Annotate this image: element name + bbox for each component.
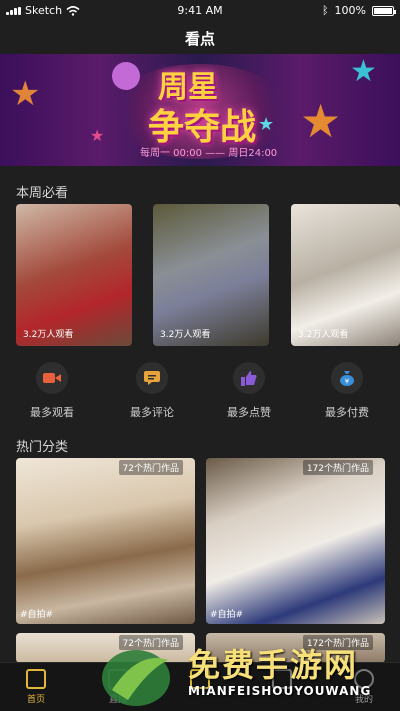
category-most-commented[interactable]: 最多评论 bbox=[117, 362, 187, 420]
hot-count-badge: 172个热门作品 bbox=[302, 460, 373, 475]
planet-decoration bbox=[112, 62, 140, 90]
battery-icon bbox=[372, 5, 396, 16]
watermark-logo-icon bbox=[102, 650, 170, 706]
star-icon: ★ bbox=[10, 74, 41, 114]
hot-card[interactable]: 172个热门作品 #自拍# bbox=[206, 458, 385, 624]
svg-text:¥: ¥ bbox=[345, 378, 350, 386]
category-label: 最多点赞 bbox=[227, 406, 271, 419]
weekly-card[interactable]: 3.2万人观看 bbox=[16, 204, 132, 346]
weekly-card[interactable]: 3.2万人观看 bbox=[153, 204, 269, 346]
tab-label: 首页 bbox=[26, 695, 45, 705]
weekly-card[interactable]: 3.2万人观看 bbox=[291, 204, 400, 346]
star-icon: ★ bbox=[90, 126, 105, 145]
promo-banner[interactable]: ★ ★ ★ ★ ★ 周星 争夺战 每周一 00:00 —— 周日24:00 bbox=[0, 54, 400, 166]
section-title-hot: 热门分类 bbox=[16, 440, 69, 455]
star-icon: ★ bbox=[300, 94, 342, 148]
page-title: 看点 bbox=[184, 30, 215, 48]
watermark: 免费手游网 MIANFEISHOUYOUWANG bbox=[102, 640, 400, 710]
category-label: 最多观看 bbox=[30, 406, 74, 419]
category-label: 最多评论 bbox=[130, 406, 174, 419]
hot-tag: #自拍# bbox=[20, 610, 54, 620]
banner-title-line2: 争夺战 bbox=[148, 107, 257, 148]
section-title-weekly: 本周必看 bbox=[16, 186, 69, 201]
category-most-viewed[interactable]: 最多观看 bbox=[17, 362, 87, 420]
home-icon bbox=[26, 669, 46, 689]
hot-count-badge: 72个热门作品 bbox=[118, 460, 183, 475]
category-most-paid[interactable]: ¥ 最多付费 bbox=[312, 362, 382, 420]
category-shortcuts: 最多观看 最多评论 最多点赞 ¥ 最多付费 bbox=[0, 362, 400, 422]
category-most-liked[interactable]: 最多点赞 bbox=[214, 362, 284, 420]
tab-home[interactable]: 首页 bbox=[6, 669, 66, 705]
thumbs-up-icon bbox=[233, 362, 265, 394]
view-count: 3.2万人观看 bbox=[160, 330, 211, 340]
star-icon: ★ bbox=[258, 114, 275, 135]
video-camera-icon bbox=[36, 362, 68, 394]
battery-percent: 100% bbox=[334, 4, 366, 17]
view-count: 3.2万人观看 bbox=[298, 330, 349, 340]
view-count: 3.2万人观看 bbox=[23, 330, 74, 340]
bluetooth-icon: ᛒ bbox=[321, 4, 329, 17]
category-label: 最多付费 bbox=[325, 406, 369, 419]
star-icon: ★ bbox=[350, 54, 377, 89]
hot-tag: #自拍# bbox=[210, 610, 244, 620]
watermark-subtext: MIANFEISHOUYOUWANG bbox=[188, 684, 372, 698]
status-bar: Sketch 9:41 AM ᛒ 100% bbox=[0, 0, 400, 20]
weekly-list: 3.2万人观看 3.2万人观看 3.2万人观看 bbox=[16, 204, 400, 346]
hot-card[interactable]: 72个热门作品 #自拍# bbox=[16, 458, 195, 624]
banner-schedule: 每周一 00:00 —— 周日24:00 bbox=[140, 148, 278, 159]
comment-icon bbox=[136, 362, 168, 394]
money-bag-icon: ¥ bbox=[331, 362, 363, 394]
watermark-text: 免费手游网 bbox=[188, 646, 359, 684]
status-right: ᛒ 100% bbox=[321, 4, 396, 17]
